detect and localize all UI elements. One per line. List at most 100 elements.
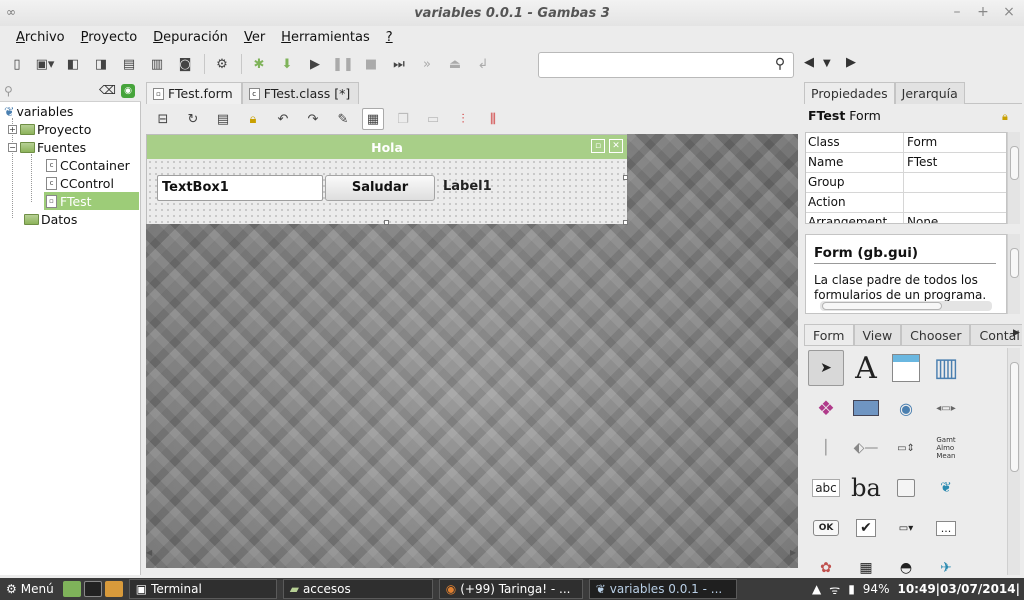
tree-item-ccontainer[interactable]: c CContainer (46, 156, 130, 174)
property-value[interactable] (904, 193, 907, 212)
property-row[interactable]: Group (806, 173, 1006, 193)
scrollbar-thumb[interactable] (1010, 146, 1019, 180)
align-vertical-icon[interactable]: ⫼ (482, 108, 504, 130)
undo-icon[interactable]: ↶ (272, 108, 294, 130)
clear-filter-icon[interactable]: ⌫ (99, 83, 116, 97)
terminal-quick-icon[interactable] (83, 581, 102, 597)
listbox-tool-icon[interactable]: Gamt Almo Mean (928, 430, 964, 466)
spinbox-tool-icon[interactable]: ▭⇕ (888, 430, 924, 466)
screenshot-icon[interactable]: ◙ (174, 53, 196, 75)
property-value[interactable]: Form (904, 133, 937, 152)
toggle-view-icon[interactable]: ◉ (121, 84, 135, 98)
help-scrollbar[interactable] (1007, 234, 1020, 314)
menu-archivo[interactable]: Archivo (8, 30, 73, 45)
form-design-canvas[interactable]: Hola ▫ ✕ TextBox1 Saludar Label1 ◀ ▶ (146, 134, 798, 568)
align-horizontal-icon[interactable]: ⫶ (452, 108, 474, 130)
pause-icon[interactable]: ❚❚ (332, 53, 354, 75)
menu-herramientas[interactable]: Herramientas (273, 30, 378, 45)
property-scrollbar[interactable] (1007, 132, 1020, 224)
tab-jerarquia[interactable]: Jerarquía (894, 82, 965, 104)
forward-icon[interactable]: » (416, 53, 438, 75)
help-hscrollbar[interactable] (820, 301, 992, 311)
start-menu-button[interactable]: ⚙ Menú (0, 578, 60, 600)
step-icon[interactable]: ⏭ (388, 53, 410, 75)
property-value[interactable] (904, 173, 907, 192)
label-tool-icon[interactable]: A (848, 350, 884, 386)
new-project-icon[interactable]: ▯ (6, 53, 28, 75)
file-manager-icon[interactable] (62, 581, 81, 597)
tabs-scroll-right-icon[interactable]: ▶ (1013, 328, 1020, 338)
mask-tool-icon[interactable]: ◓ (888, 550, 924, 575)
wifi-icon[interactable]: ᯤ (829, 581, 840, 598)
taskbar-item-taringa[interactable]: ◉ (+99) Taringa! - ... (438, 579, 583, 599)
code-icon[interactable]: ▤ (212, 108, 234, 130)
menu-ver[interactable]: Ver (236, 30, 273, 45)
control-button-saludar[interactable]: Saludar (325, 175, 435, 201)
tree-item-ftest[interactable]: ▫ FTest (44, 192, 139, 210)
scrollbar-tool-icon[interactable]: ◂▭▸ (928, 390, 964, 426)
tab-propiedades[interactable]: Propiedades (804, 82, 895, 104)
battery-icon[interactable]: ▮ (848, 582, 855, 596)
scrollbar-thumb[interactable] (1010, 248, 1019, 278)
separator-tool-icon[interactable]: │ (808, 430, 844, 466)
toolbox-scrollbar[interactable] (1007, 348, 1020, 575)
picturebox-tool-icon[interactable]: ❖ (808, 390, 844, 426)
lock-icon[interactable]: 🔒︎ (1002, 110, 1014, 124)
property-value[interactable]: FTest (904, 153, 937, 172)
taskbar-item-variables[interactable]: ❦ variables 0.0.1 - ... (588, 579, 737, 599)
history-dropdown-icon[interactable]: ▼ (823, 58, 831, 69)
send-back-icon[interactable]: ▭ (422, 108, 444, 130)
tree-root-variables[interactable]: ❦ variables (4, 102, 73, 120)
taskbar-item-accesos[interactable]: ▰ accesos (282, 579, 433, 599)
tab-form[interactable]: Form (804, 324, 854, 345)
redo-icon[interactable]: ↷ (302, 108, 324, 130)
movie-tool-icon[interactable]: ▥ (928, 350, 964, 386)
maximize-button[interactable]: + (976, 4, 990, 20)
menu-proyecto[interactable]: Proyecto (73, 30, 146, 45)
editor-quick-icon[interactable] (104, 581, 123, 597)
clock[interactable]: 10:49|03/07/2014| (897, 582, 1020, 596)
tree-item-datos[interactable]: Datos (24, 210, 77, 228)
window-menu-icon[interactable]: ∞ (6, 6, 24, 18)
open-project-icon[interactable]: ▣▾ (34, 53, 56, 75)
scrollbar-thumb[interactable] (822, 302, 942, 310)
pointer-icon[interactable]: ➤ (808, 350, 844, 386)
collapse-icon[interactable]: − (8, 142, 17, 152)
edit-icon[interactable]: ✎ (332, 108, 354, 130)
scroll-left-icon[interactable]: ◀ (146, 548, 152, 557)
bring-front-icon[interactable]: ❐ (392, 108, 414, 130)
expand-icon[interactable]: + (8, 124, 17, 134)
form-body-grid[interactable]: TextBox1 Saludar Label1 (147, 159, 627, 224)
slider-tool-icon[interactable]: ⬖— (848, 430, 884, 466)
control-textbox1[interactable]: TextBox1 (157, 175, 323, 201)
textarea-tool-icon[interactable] (888, 350, 924, 386)
references-icon[interactable]: ▥ (146, 53, 168, 75)
property-grid[interactable]: Class Form Name FTest Group Action Arrange… (805, 132, 1007, 224)
textlabel-tool-icon[interactable]: abc (808, 470, 844, 506)
reload-icon[interactable]: ↻ (182, 108, 204, 130)
save-as-icon[interactable]: ◨ (90, 53, 112, 75)
menu-help[interactable]: ? (378, 30, 401, 45)
search-icon[interactable]: ⚲ (771, 56, 789, 74)
tree-item-fuentes[interactable]: − Fuentes (8, 138, 86, 156)
radio-tool-icon[interactable]: ◉ (888, 390, 924, 426)
resize-handle-right[interactable] (623, 175, 628, 180)
run-icon[interactable]: ▶ (304, 53, 326, 75)
button-tool-icon[interactable]: OK (808, 510, 844, 546)
menu-depuracion[interactable]: Depuración (145, 30, 236, 45)
scroll-right-icon[interactable]: ▶ (790, 548, 796, 557)
install-icon[interactable]: ⬇ (276, 53, 298, 75)
grid-toggle-icon[interactable]: ▦ (362, 108, 384, 130)
dialog-tool-icon[interactable]: ... (928, 510, 964, 546)
control-label1[interactable]: Label1 (443, 175, 492, 201)
property-row[interactable]: Class Form (806, 133, 1006, 153)
combobox-tool-icon[interactable]: ▭▾ (888, 510, 924, 546)
save-project-icon[interactable]: ◧ (62, 53, 84, 75)
make-icon[interactable]: ✱ (248, 53, 270, 75)
property-row[interactable]: Arrangement None (806, 213, 1006, 223)
textbox-tool-icon[interactable]: ba (848, 470, 884, 506)
run-to-cursor-icon[interactable]: ↲ (472, 53, 494, 75)
compile-gear-icon[interactable]: ⚙ (211, 53, 233, 75)
return-icon[interactable]: ⏏ (444, 53, 466, 75)
resize-handle-corner[interactable] (623, 220, 628, 225)
